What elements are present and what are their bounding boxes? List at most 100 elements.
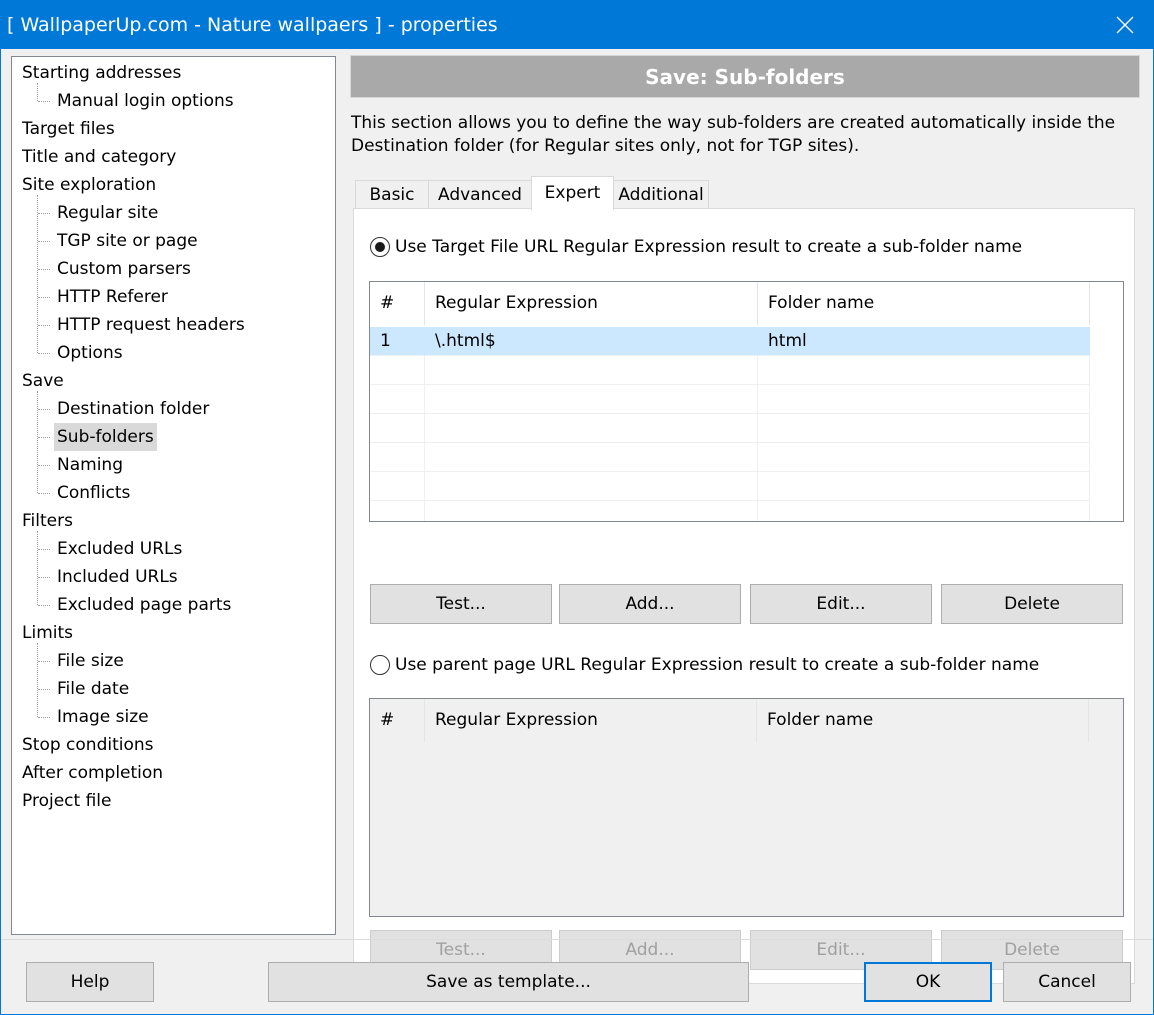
tree-item-stop-conditions[interactable]: Stop conditions [22,731,154,759]
column-header-number: # [370,699,425,742]
target-url-radio[interactable] [370,237,390,257]
tree-item-conflicts[interactable]: Conflicts [54,479,133,507]
tree-connector [38,353,50,354]
tab-basic[interactable]: Basic [355,180,429,209]
tree-connector [38,409,50,410]
empty-cell [425,443,758,472]
empty-cell [758,356,1090,385]
navigation-tree: Starting addresses Manual login options Ta… [11,56,336,935]
tree-connector [38,101,50,102]
tree-connector [38,549,50,550]
ok-button[interactable]: OK [864,962,992,1002]
empty-cell [370,385,425,414]
empty-cell [370,356,425,385]
tree-item-after-completion[interactable]: After completion [22,759,163,787]
tree-item-project-file[interactable]: Project file [22,787,111,815]
tree-item-regular-site[interactable]: Regular site [54,199,161,227]
column-header-regex: Regular Expression [425,699,757,742]
tree-connector [37,83,38,101]
tree-connector [38,493,50,494]
tree-item-excluded-urls[interactable]: Excluded URLs [54,535,185,563]
tree-item-tgp-site-or-page[interactable]: TGP site or page [54,227,201,255]
tree-item-sub-folders[interactable]: Sub-folders [54,423,157,451]
tree-connector [38,605,50,606]
parent-url-radio-label: Use parent page URL Regular Expression r… [395,655,1040,675]
tree-item-target-files[interactable]: Target files [22,115,115,143]
footer-separator [1,939,1153,940]
empty-cell [758,385,1090,414]
tab-additional[interactable]: Additional [613,180,709,209]
tree-connector [38,297,50,298]
tree-item-save[interactable]: Save [22,367,64,395]
tree-item-file-size[interactable]: File size [54,647,127,675]
tab-expert[interactable]: Expert [531,176,614,210]
target-url-radio-option[interactable]: Use Target File URL Regular Expression r… [370,237,1022,257]
tree-item-custom-parsers[interactable]: Custom parsers [54,255,194,283]
parent-url-radio-option[interactable]: Use parent page URL Regular Expression r… [370,655,1039,675]
tree-item-http-request-headers[interactable]: HTTP request headers [54,311,248,339]
tree-connector [37,531,38,605]
column-header-regex[interactable]: Regular Expression [425,282,758,325]
target-add-button[interactable]: Add... [559,584,741,624]
column-header-folder: Folder name [757,699,1089,742]
title-bar: [ WallpaperUp.com - Nature wallpaers ] -… [0,0,1154,49]
tree-item-limits[interactable]: Limits [22,619,73,647]
column-header-folder[interactable]: Folder name [758,282,1090,325]
tree-item-image-size[interactable]: Image size [54,703,152,731]
tree-item-filters[interactable]: Filters [22,507,73,535]
empty-cell [425,356,758,385]
tree-item-site-exploration[interactable]: Site exploration [22,171,156,199]
empty-cell [370,472,425,501]
tree-item-naming[interactable]: Naming [54,451,126,479]
cancel-button[interactable]: Cancel [1003,962,1131,1002]
empty-cell [370,501,425,521]
tree-item-options[interactable]: Options [54,339,126,367]
empty-cell [425,385,758,414]
tree-connector [38,465,50,466]
save-as-template-button[interactable]: Save as template... [268,962,749,1002]
empty-cell [370,443,425,472]
empty-cell [425,414,758,443]
tree-connector [38,241,50,242]
help-button[interactable]: Help [26,962,154,1002]
parent-url-radio[interactable] [370,655,390,675]
empty-cell [758,472,1090,501]
empty-cell [758,501,1090,521]
target-delete-button[interactable]: Delete [941,584,1123,624]
target-edit-button[interactable]: Edit... [750,584,932,624]
tree-connector [38,269,50,270]
row-regex: \.html$ [425,327,758,356]
tree-connector [38,689,50,690]
tree-connector [38,717,50,718]
close-button[interactable] [1096,0,1154,49]
empty-cell [758,443,1090,472]
window-title: [ WallpaperUp.com - Nature wallpaers ] -… [7,13,498,36]
row-folder: html [758,327,1090,356]
row-number: 1 [370,327,425,356]
expert-tab-panel: Use Target File URL Regular Expression r… [353,208,1135,984]
tab-advanced[interactable]: Advanced [428,180,532,209]
close-icon [1116,16,1134,33]
tree-item-included-urls[interactable]: Included URLs [54,563,181,591]
empty-cell [758,414,1090,443]
tree-connector [38,577,50,578]
section-description: This section allows you to define the wa… [351,113,1116,156]
section-header: Save: Sub-folders [350,55,1140,98]
tree-item-manual-login-options[interactable]: Manual login options [54,87,237,115]
tree-item-http-referer[interactable]: HTTP Referer [54,283,171,311]
empty-cell [425,501,758,521]
column-header-number[interactable]: # [370,282,425,325]
tree-connector [38,325,50,326]
tree-item-excluded-page-parts[interactable]: Excluded page parts [54,591,234,619]
tree-item-title-and-category[interactable]: Title and category [22,143,176,171]
tree-connector [37,643,38,717]
target-url-radio-label: Use Target File URL Regular Expression r… [395,237,1023,257]
tree-item-file-date[interactable]: File date [54,675,132,703]
target-regex-table[interactable]: # Regular Expression Folder name 1 \.htm… [369,281,1124,522]
tree-item-starting-addresses[interactable]: Starting addresses [22,59,181,87]
properties-dialog: Starting addresses Manual login options Ta… [0,49,1154,1015]
tree-connector [38,213,50,214]
target-test-button[interactable]: Test... [370,584,552,624]
empty-cell [425,472,758,501]
tree-item-destination-folder[interactable]: Destination folder [54,395,212,423]
